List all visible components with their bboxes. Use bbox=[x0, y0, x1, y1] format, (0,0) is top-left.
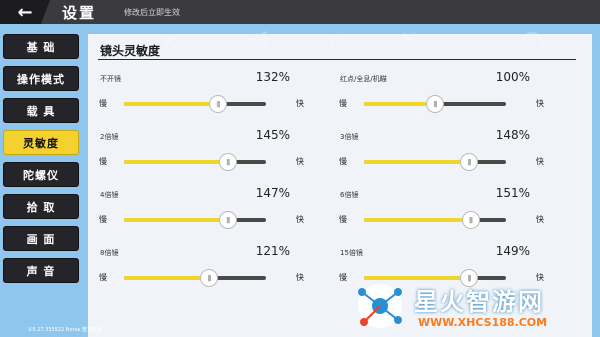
sidebar-nav: 基 础操作模式载 具灵敏度陀螺仪拾 取画 面声 音 bbox=[3, 34, 79, 290]
fast-label: 快 bbox=[296, 157, 304, 166]
slow-label: 慢 bbox=[99, 215, 107, 224]
top-bar: ← 设置 修改后立即生效 bbox=[0, 0, 600, 24]
grip-icon: ||| bbox=[468, 216, 473, 224]
sidebar-item[interactable]: 拾 取 bbox=[3, 194, 79, 219]
sensitivity-slider-row: 不开镜 132% 慢 ||| 快 bbox=[99, 70, 304, 122]
network-logo-icon bbox=[358, 284, 402, 328]
sensitivity-slider-row: 6倍镜 151% 慢 ||| 快 bbox=[339, 186, 544, 238]
page-title: 设置 bbox=[62, 4, 97, 22]
slider-label: 8倍镜 bbox=[100, 249, 119, 257]
page-subtitle: 修改后立即生效 bbox=[124, 8, 180, 17]
slider-label: 6倍镜 bbox=[340, 191, 359, 199]
version-label: V.5.27.335522 Norse 奋力体验 bbox=[28, 327, 102, 333]
slider-fill bbox=[364, 102, 435, 106]
watermark-url: WWW.XHCS188.COM bbox=[418, 316, 548, 329]
slider-value: 151% bbox=[495, 186, 530, 200]
grip-icon: ||| bbox=[207, 274, 212, 282]
sensitivity-slider-row: 8倍镜 121% 慢 ||| 快 bbox=[99, 244, 304, 296]
slider-fill bbox=[124, 276, 210, 280]
slider-thumb[interactable]: ||| bbox=[461, 211, 480, 229]
grip-icon: ||| bbox=[226, 158, 230, 166]
sidebar-item[interactable]: 操作模式 bbox=[3, 66, 79, 91]
fast-label: 快 bbox=[536, 157, 544, 166]
slider-value: 147% bbox=[255, 186, 290, 200]
grip-icon: ||| bbox=[433, 100, 437, 108]
slider-label: 2倍镜 bbox=[100, 133, 119, 141]
slider-track[interactable]: ||| bbox=[364, 95, 506, 113]
section-title: 镜头灵敏度 bbox=[100, 44, 161, 58]
fast-label: 快 bbox=[536, 215, 544, 224]
sidebar-item[interactable]: 声 音 bbox=[3, 258, 79, 283]
slider-thumb[interactable]: ||| bbox=[460, 153, 479, 171]
grip-icon: ||| bbox=[226, 216, 230, 224]
slider-thumb[interactable]: ||| bbox=[218, 153, 237, 171]
slider-track[interactable]: ||| bbox=[124, 95, 266, 113]
slider-thumb[interactable]: ||| bbox=[200, 269, 219, 287]
slider-label: 红点/全息/机瞄 bbox=[340, 75, 387, 83]
slider-label: 3倍镜 bbox=[340, 133, 359, 141]
slow-label: 慢 bbox=[339, 273, 347, 282]
slow-label: 慢 bbox=[99, 273, 107, 282]
slider-value: 132% bbox=[255, 70, 290, 84]
slider-label: 15倍镜 bbox=[340, 249, 363, 257]
slider-fill bbox=[124, 102, 218, 106]
slider-track[interactable]: ||| bbox=[364, 211, 506, 229]
slider-value: 145% bbox=[255, 128, 290, 142]
slow-label: 慢 bbox=[99, 157, 107, 166]
sidebar-item[interactable]: 灵敏度 bbox=[3, 130, 79, 155]
sensitivity-slider-row: 3倍镜 148% 慢 ||| 快 bbox=[339, 128, 544, 180]
sidebar-item[interactable]: 基 础 bbox=[3, 34, 79, 59]
fast-label: 快 bbox=[296, 215, 304, 224]
back-arrow-icon: ← bbox=[17, 1, 33, 23]
slider-track[interactable]: ||| bbox=[124, 153, 266, 171]
slider-value: 148% bbox=[495, 128, 530, 142]
slider-track[interactable]: ||| bbox=[364, 153, 506, 171]
slider-label: 不开镜 bbox=[100, 75, 121, 83]
slider-fill bbox=[124, 218, 228, 222]
sensitivity-slider-row: 4倍镜 147% 慢 ||| 快 bbox=[99, 186, 304, 238]
sensitivity-slider-row: 红点/全息/机瞄 100% 慢 ||| 快 bbox=[339, 70, 544, 122]
watermark-title: 星火智游网 bbox=[414, 288, 544, 316]
slider-track[interactable]: ||| bbox=[124, 211, 266, 229]
slider-thumb[interactable]: ||| bbox=[426, 95, 444, 113]
fast-label: 快 bbox=[536, 99, 544, 108]
slow-label: 慢 bbox=[99, 99, 107, 108]
section-divider bbox=[98, 59, 576, 60]
fast-label: 快 bbox=[296, 99, 304, 108]
slider-fill bbox=[364, 160, 470, 164]
sidebar-item[interactable]: 载 具 bbox=[3, 98, 79, 123]
slow-label: 慢 bbox=[339, 99, 347, 108]
slider-track[interactable]: ||| bbox=[124, 269, 266, 287]
grip-icon: ||| bbox=[216, 100, 220, 108]
sensitivity-slider-row: 2倍镜 145% 慢 ||| 快 bbox=[99, 128, 304, 180]
grip-icon: ||| bbox=[467, 158, 472, 166]
slider-value: 121% bbox=[255, 244, 290, 258]
slider-label: 4倍镜 bbox=[100, 191, 119, 199]
back-button[interactable]: ← bbox=[0, 0, 50, 24]
fast-label: 快 bbox=[296, 273, 304, 282]
slider-fill bbox=[364, 218, 471, 222]
slow-label: 慢 bbox=[339, 157, 347, 166]
sidebar-item[interactable]: 画 面 bbox=[3, 226, 79, 251]
watermark-logo: 星火智游网 WWW.XHCS188.COM bbox=[348, 278, 596, 334]
slider-value: 149% bbox=[495, 244, 530, 258]
slider-value: 100% bbox=[495, 70, 530, 84]
slider-fill bbox=[124, 160, 228, 164]
slow-label: 慢 bbox=[339, 215, 347, 224]
sidebar-item[interactable]: 陀螺仪 bbox=[3, 162, 79, 187]
slider-thumb[interactable]: ||| bbox=[218, 211, 237, 229]
slider-thumb[interactable]: ||| bbox=[208, 95, 227, 113]
